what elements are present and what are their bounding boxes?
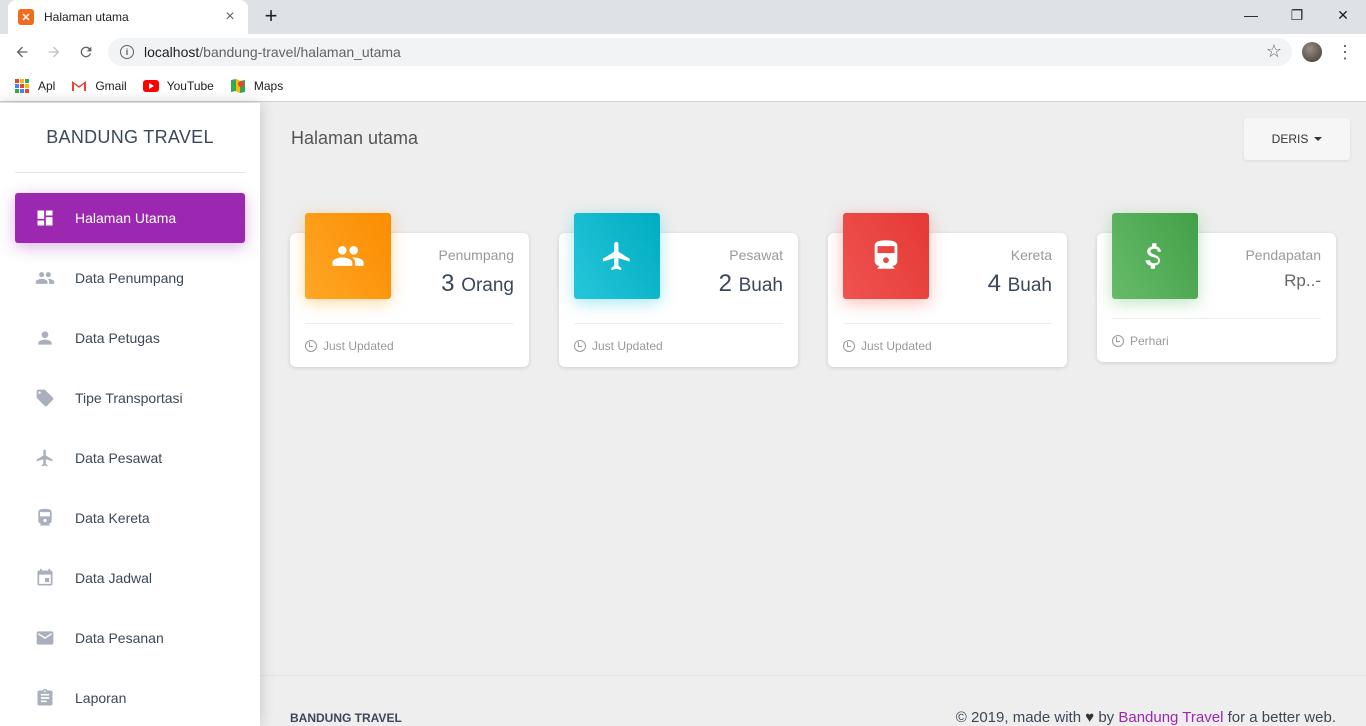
card-icon-box <box>574 213 660 299</box>
browser-tab[interactable]: ✕ Halaman utama × <box>8 0 248 34</box>
card-icon-box <box>843 213 929 299</box>
close-window-button[interactable]: ✕ <box>1320 0 1366 30</box>
bookmark-maps[interactable]: Maps <box>230 78 283 94</box>
dollar-icon <box>1145 243 1161 269</box>
forward-button[interactable] <box>42 40 66 64</box>
card-footer: Just Updated <box>305 323 514 353</box>
menu-kebab-icon[interactable]: ⋮ <box>1336 40 1354 64</box>
apps-grid-icon <box>14 78 30 94</box>
sidebar-item-label: Tipe Transportasi <box>75 390 183 406</box>
update-icon <box>1112 335 1124 347</box>
sidebar-item-label: Data Jadwal <box>75 570 153 586</box>
sidebar-menu: Halaman Utama Data Penumpang Data Petuga… <box>0 193 260 723</box>
sidebar: BANDUNG TRAVEL Halaman Utama Data Penump… <box>0 103 260 726</box>
sidebar-item-tipe-transportasi[interactable]: Tipe Transportasi <box>15 373 245 423</box>
calendar-icon <box>35 568 55 588</box>
sidebar-item-label: Data Penumpang <box>75 270 184 286</box>
sidebar-item-data-penumpang[interactable]: Data Penumpang <box>15 253 245 303</box>
bookmark-youtube[interactable]: YouTube <box>142 78 214 94</box>
sidebar-item-laporan[interactable]: Laporan <box>15 673 245 723</box>
bookmark-star-icon[interactable]: ☆ <box>1266 41 1282 62</box>
sidebar-item-data-jadwal[interactable]: Data Jadwal <box>15 553 245 603</box>
caret-down-icon <box>1314 137 1323 141</box>
stat-card-pendapatan: Pendapatan Rp..- Perhari <box>1097 213 1336 362</box>
sidebar-item-data-pesawat[interactable]: Data Pesawat <box>15 433 245 483</box>
airplane-icon <box>35 448 55 468</box>
card-value: 4 Buah <box>987 270 1052 297</box>
people-icon <box>35 268 55 288</box>
url-text: localhost/bandung-travel/halaman_utama <box>144 44 401 60</box>
dashboard-icon <box>35 208 55 228</box>
card-category: Kereta <box>1010 247 1052 263</box>
page-title: Halaman utama <box>291 128 419 148</box>
stat-card-penumpang: Penumpang 3 Orang Just Updated <box>290 213 529 367</box>
tag-icon <box>35 388 55 408</box>
airplane-icon <box>602 241 630 271</box>
card-value: Rp..- <box>1284 271 1321 290</box>
stat-card-pesawat: Pesawat 2 Buah Just Updated <box>559 213 798 367</box>
bookmark-gmail[interactable]: Gmail <box>71 78 127 94</box>
maps-icon <box>230 78 246 94</box>
sidebar-item-data-kereta[interactable]: Data Kereta <box>15 493 245 543</box>
sidebar-item-label: Data Pesanan <box>75 630 164 646</box>
info-icon[interactable]: i <box>120 45 134 59</box>
tab-title: Halaman utama <box>44 10 129 24</box>
profile-avatar[interactable] <box>1302 42 1322 62</box>
card-value: 3 Orang <box>441 270 514 297</box>
sidebar-item-label: Data Pesawat <box>75 450 163 466</box>
sidebar-brand[interactable]: BANDUNG TRAVEL <box>15 103 245 173</box>
browser-tab-bar: ✕ Halaman utama × + — ❐ ✕ <box>0 0 1366 34</box>
footer-link[interactable]: Bandung Travel <box>1118 709 1223 726</box>
bookmark-apps[interactable]: Apl <box>14 78 55 94</box>
sidebar-item-data-petugas[interactable]: Data Petugas <box>15 313 245 363</box>
train-icon <box>874 240 898 269</box>
sidebar-item-label: Data Petugas <box>75 330 160 346</box>
card-footer: Just Updated <box>843 323 1052 353</box>
youtube-icon <box>142 78 159 94</box>
card-category: Pesawat <box>729 247 783 263</box>
new-tab-button[interactable]: + <box>260 5 282 27</box>
tab-close-button[interactable]: × <box>222 8 238 26</box>
reload-button[interactable] <box>74 40 98 64</box>
footer-brand-link[interactable]: BANDUNG TRAVEL <box>290 711 402 725</box>
sidebar-item-label: Halaman Utama <box>75 210 177 226</box>
update-icon <box>305 340 317 352</box>
page-footer: BANDUNG TRAVEL © 2019, made with ♥ by Ba… <box>260 675 1366 726</box>
train-icon <box>35 508 55 528</box>
card-value: 2 Buah <box>718 270 783 297</box>
stat-card-kereta: Kereta 4 Buah Just Updated <box>828 213 1067 367</box>
browser-toolbar: i localhost/bandung-travel/halaman_utama… <box>0 34 1366 70</box>
address-bar[interactable]: i localhost/bandung-travel/halaman_utama… <box>108 38 1292 66</box>
mail-icon <box>35 628 55 648</box>
person-icon <box>35 328 55 348</box>
heart-icon: ♥ <box>1085 709 1095 726</box>
sidebar-item-label: Data Kereta <box>75 510 150 526</box>
update-icon <box>843 340 855 352</box>
card-category: Penumpang <box>438 247 514 263</box>
bookmarks-bar: Apl Gmail YouTube Maps <box>0 70 1366 102</box>
user-menu-button[interactable]: DERIS <box>1244 118 1350 160</box>
xampp-favicon-icon: ✕ <box>18 9 34 25</box>
card-footer: Perhari <box>1112 318 1321 348</box>
sidebar-item-halaman-utama[interactable]: Halaman Utama <box>15 193 245 243</box>
assignment-icon <box>35 688 55 708</box>
sidebar-item-data-pesanan[interactable]: Data Pesanan <box>15 613 245 663</box>
people-icon <box>332 246 364 266</box>
card-icon-box <box>1112 213 1198 299</box>
card-icon-box <box>305 213 391 299</box>
update-icon <box>574 340 586 352</box>
sidebar-item-label: Laporan <box>75 690 127 706</box>
back-button[interactable] <box>10 40 34 64</box>
gmail-icon <box>71 78 87 94</box>
maximize-button[interactable]: ❐ <box>1274 0 1320 30</box>
card-footer: Just Updated <box>574 323 783 353</box>
main-content: Halaman utama DERIS Penumpang 3 Orang Ju… <box>260 103 1366 726</box>
minimize-button[interactable]: — <box>1228 0 1274 30</box>
card-category: Pendapatan <box>1245 247 1321 263</box>
copyright-text: © 2019, made with ♥ by Bandung Travel fo… <box>955 709 1336 726</box>
